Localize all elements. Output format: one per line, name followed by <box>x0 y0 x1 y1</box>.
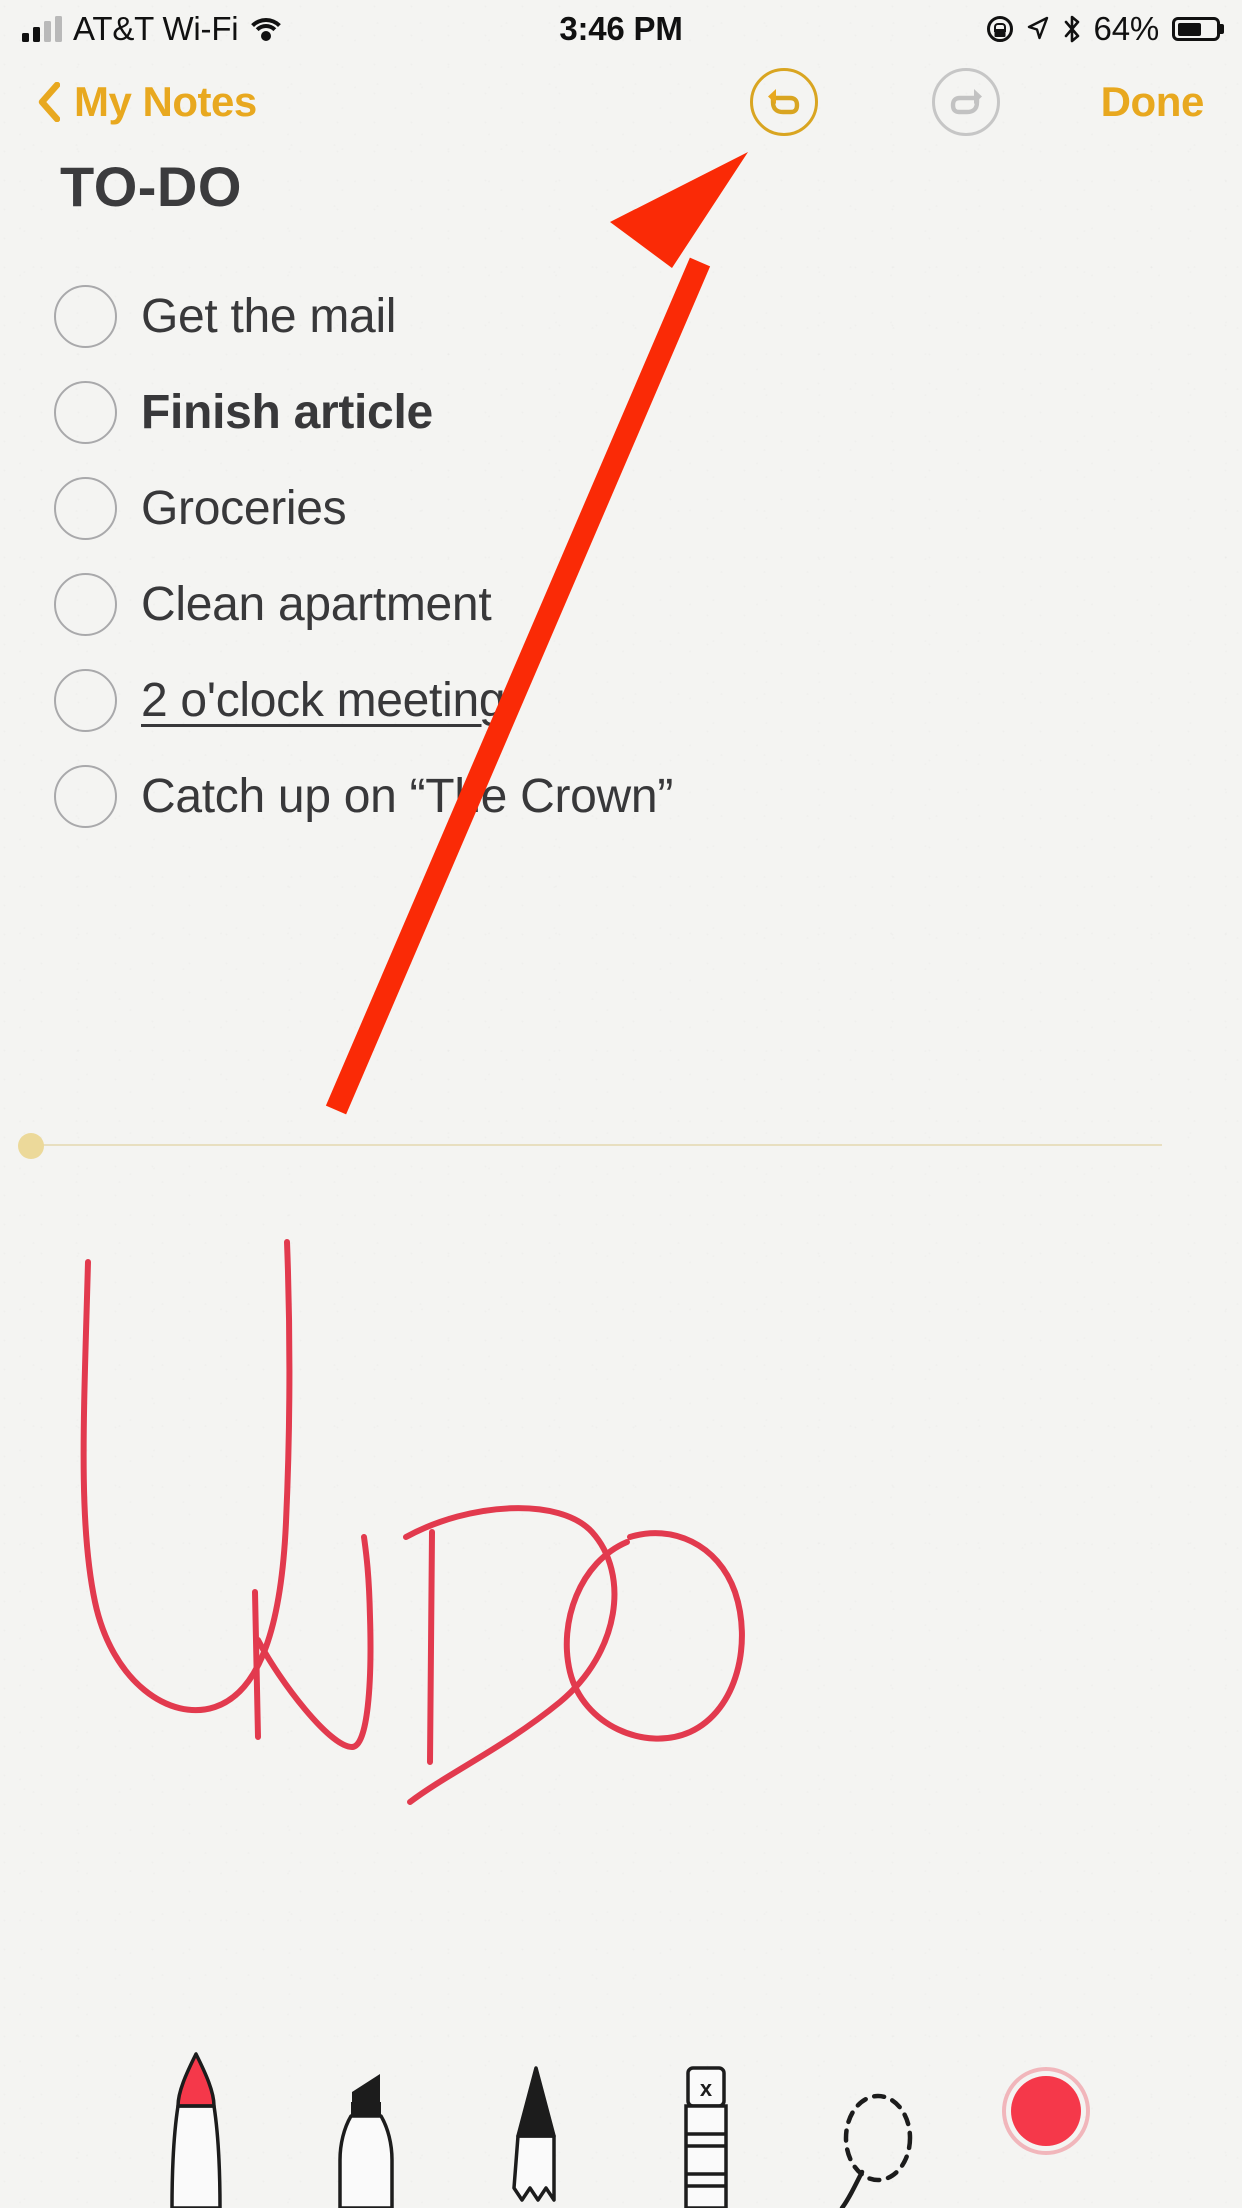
drawing-divider <box>0 1128 1242 1162</box>
checklist-item[interactable]: Catch up on “The Crown” <box>54 748 1154 844</box>
battery-percent-label: 64% <box>1094 10 1159 48</box>
pencil-icon <box>488 2048 584 2208</box>
redo-button[interactable] <box>932 68 1000 136</box>
bluetooth-icon <box>1063 15 1081 43</box>
eraser-tool[interactable]: x <box>658 2048 754 2208</box>
checklist-item[interactable]: Clean apartment <box>54 556 1154 652</box>
pen-icon <box>148 2048 244 2208</box>
pencil-tool[interactable] <box>488 2048 584 2208</box>
marker-icon <box>318 2048 414 2208</box>
checklist-item-label: Get the mail <box>141 289 396 344</box>
status-bar: AT&T Wi-Fi 3:46 PM 64% <box>0 0 1242 58</box>
undo-button[interactable] <box>750 68 818 136</box>
checkbox-icon[interactable] <box>54 573 117 636</box>
checklist-item[interactable]: Finish article <box>54 364 1154 460</box>
status-bar-right: 64% <box>987 0 1220 58</box>
checklist-item[interactable]: Get the mail <box>54 268 1154 364</box>
redo-arrow-icon <box>945 82 987 122</box>
checklist-item-label: Finish article <box>141 385 433 440</box>
rotation-lock-icon <box>987 16 1013 42</box>
color-swatch-icon <box>1001 2066 1091 2156</box>
checkbox-icon[interactable] <box>54 381 117 444</box>
back-button-label: My Notes <box>74 78 257 126</box>
checklist-item[interactable]: Groceries <box>54 460 1154 556</box>
checkbox-icon[interactable] <box>54 765 117 828</box>
battery-icon <box>1172 17 1220 41</box>
checklist: Get the mail Finish article Groceries Cl… <box>54 268 1154 844</box>
lasso-icon <box>828 2048 924 2208</box>
handwritten-undo-sketch <box>0 1162 1242 2008</box>
done-button[interactable]: Done <box>1101 78 1204 126</box>
checklist-item-label: 2 o'clock meeting <box>141 673 505 728</box>
location-arrow-icon <box>1026 16 1050 42</box>
checklist-item[interactable]: 2 o'clock meeting <box>54 652 1154 748</box>
back-button[interactable]: My Notes <box>38 78 257 126</box>
drawing-toolbar: x <box>0 2018 1242 2208</box>
checkbox-icon[interactable] <box>54 477 117 540</box>
navigation-bar: My Notes Done <box>0 58 1242 146</box>
checklist-item-label: Catch up on “The Crown” <box>141 769 673 824</box>
lasso-tool[interactable] <box>828 2048 924 2208</box>
divider-line <box>30 1144 1162 1146</box>
note-title: TO-DO <box>60 154 242 219</box>
divider-handle[interactable] <box>18 1133 44 1159</box>
undo-arrow-icon <box>763 82 805 122</box>
phone-screen: AT&T Wi-Fi 3:46 PM 64% My Notes <box>0 0 1242 2208</box>
checkbox-icon[interactable] <box>54 669 117 732</box>
eraser-icon: x <box>658 2048 754 2208</box>
drawing-canvas[interactable] <box>0 1162 1242 2008</box>
checklist-item-label: Clean apartment <box>141 577 491 632</box>
svg-text:x: x <box>700 2076 713 2101</box>
clock-label: 3:46 PM <box>559 10 682 48</box>
checkbox-icon[interactable] <box>54 285 117 348</box>
marker-tool[interactable] <box>318 2048 414 2208</box>
color-swatch[interactable] <box>998 2048 1094 2208</box>
pen-tool[interactable] <box>148 2048 244 2208</box>
checklist-item-label: Groceries <box>141 481 346 536</box>
chevron-left-icon <box>38 82 60 122</box>
